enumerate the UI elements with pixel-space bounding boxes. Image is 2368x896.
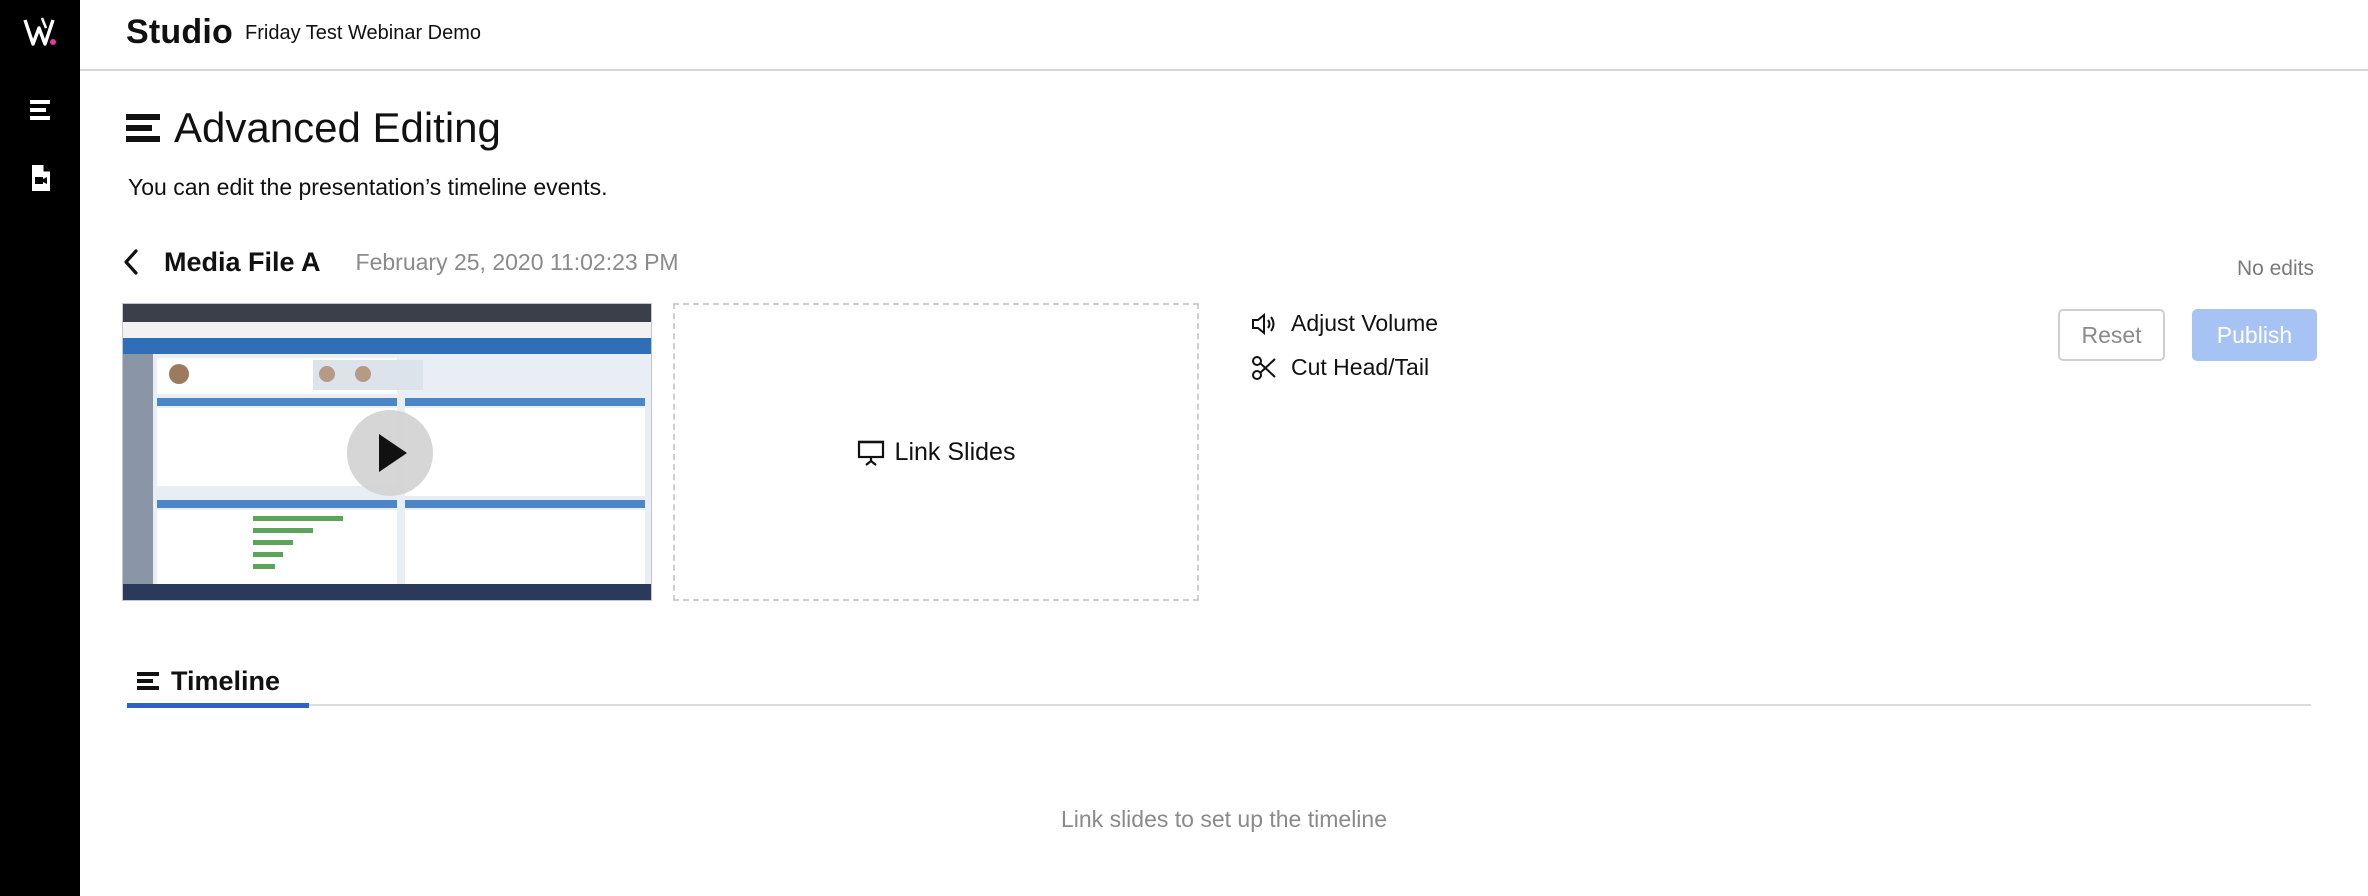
sidebar-item-media[interactable] xyxy=(24,162,56,194)
media-file-icon xyxy=(32,165,50,191)
volume-icon xyxy=(1252,312,1275,335)
timeline-empty-message: Link slides to set up the timeline xyxy=(1060,806,1387,832)
page-subtitle: You can edit the presentation’s timeline… xyxy=(128,174,608,200)
sidebar xyxy=(0,0,80,896)
sidebar-item-editing[interactable] xyxy=(24,94,56,126)
page-title: Advanced Editing xyxy=(174,104,501,151)
adjust-volume-button[interactable]: Adjust Volume xyxy=(1251,310,1438,337)
chevron-left-icon xyxy=(124,249,138,275)
link-slides-label: Link Slides xyxy=(894,437,1016,466)
back-button[interactable] xyxy=(122,247,150,277)
video-preview[interactable] xyxy=(122,303,652,601)
tab-timeline[interactable]: Timeline xyxy=(127,655,309,707)
app-logo[interactable] xyxy=(22,14,58,50)
play-button[interactable] xyxy=(347,410,433,496)
play-icon xyxy=(379,434,407,472)
list-icon xyxy=(30,100,50,120)
page-header: Advanced Editing xyxy=(126,100,501,156)
edit-status: No edits xyxy=(2236,257,2314,280)
app-name: Studio xyxy=(126,13,233,51)
media-header: Media File A February 25, 2020 11:02:23 … xyxy=(122,244,679,280)
list-icon xyxy=(126,114,160,142)
event-name: Friday Test Webinar Demo xyxy=(245,22,482,44)
list-icon xyxy=(137,672,159,690)
presentation-icon xyxy=(857,440,884,466)
publish-button[interactable]: Publish xyxy=(2192,309,2317,361)
tab-timeline-label: Timeline xyxy=(171,665,281,696)
active-tab-indicator xyxy=(127,703,309,708)
cut-head-tail-button[interactable]: Cut Head/Tail xyxy=(1251,354,1429,381)
media-name: Media File A xyxy=(164,246,321,277)
reset-button[interactable]: Reset xyxy=(2058,309,2165,361)
adjust-volume-label: Adjust Volume xyxy=(1291,310,1439,336)
tab-divider xyxy=(127,704,2311,706)
media-date: February 25, 2020 11:02:23 PM xyxy=(355,248,679,275)
cut-head-tail-label: Cut Head/Tail xyxy=(1291,354,1430,380)
top-bar: Studio Friday Test Webinar Demo xyxy=(80,0,2368,71)
link-slides-dropzone[interactable]: Link Slides xyxy=(673,303,1199,601)
scissors-icon xyxy=(1252,355,1276,380)
